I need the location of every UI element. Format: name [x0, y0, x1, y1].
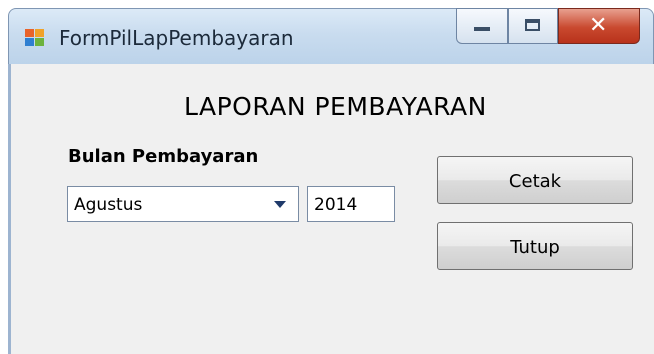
month-select[interactable]: Agustus	[67, 186, 299, 222]
print-button[interactable]: Cetak	[437, 156, 633, 204]
maximize-button[interactable]	[508, 8, 558, 44]
maximize-icon	[525, 19, 540, 31]
month-select-value: Agustus	[74, 195, 143, 215]
page-title: LAPORAN PEMBAYARAN	[184, 92, 487, 121]
minimize-button[interactable]	[456, 8, 508, 44]
chevron-down-icon[interactable]	[274, 201, 286, 208]
print-button-label: Cetak	[508, 171, 562, 192]
window-title: FormPilLapPembayaran	[59, 26, 294, 50]
close-icon: ✕	[589, 13, 608, 38]
month-label: Bulan Pembayaran	[68, 146, 259, 167]
close-button[interactable]: ✕	[558, 8, 640, 44]
windows-form-icon	[25, 29, 45, 47]
close-form-button-label: Tutup	[510, 237, 560, 258]
year-field[interactable]: 2014	[307, 186, 395, 222]
close-form-button[interactable]: Tutup	[437, 222, 633, 270]
minimize-icon	[474, 27, 490, 31]
year-field-value: 2014	[314, 195, 358, 215]
